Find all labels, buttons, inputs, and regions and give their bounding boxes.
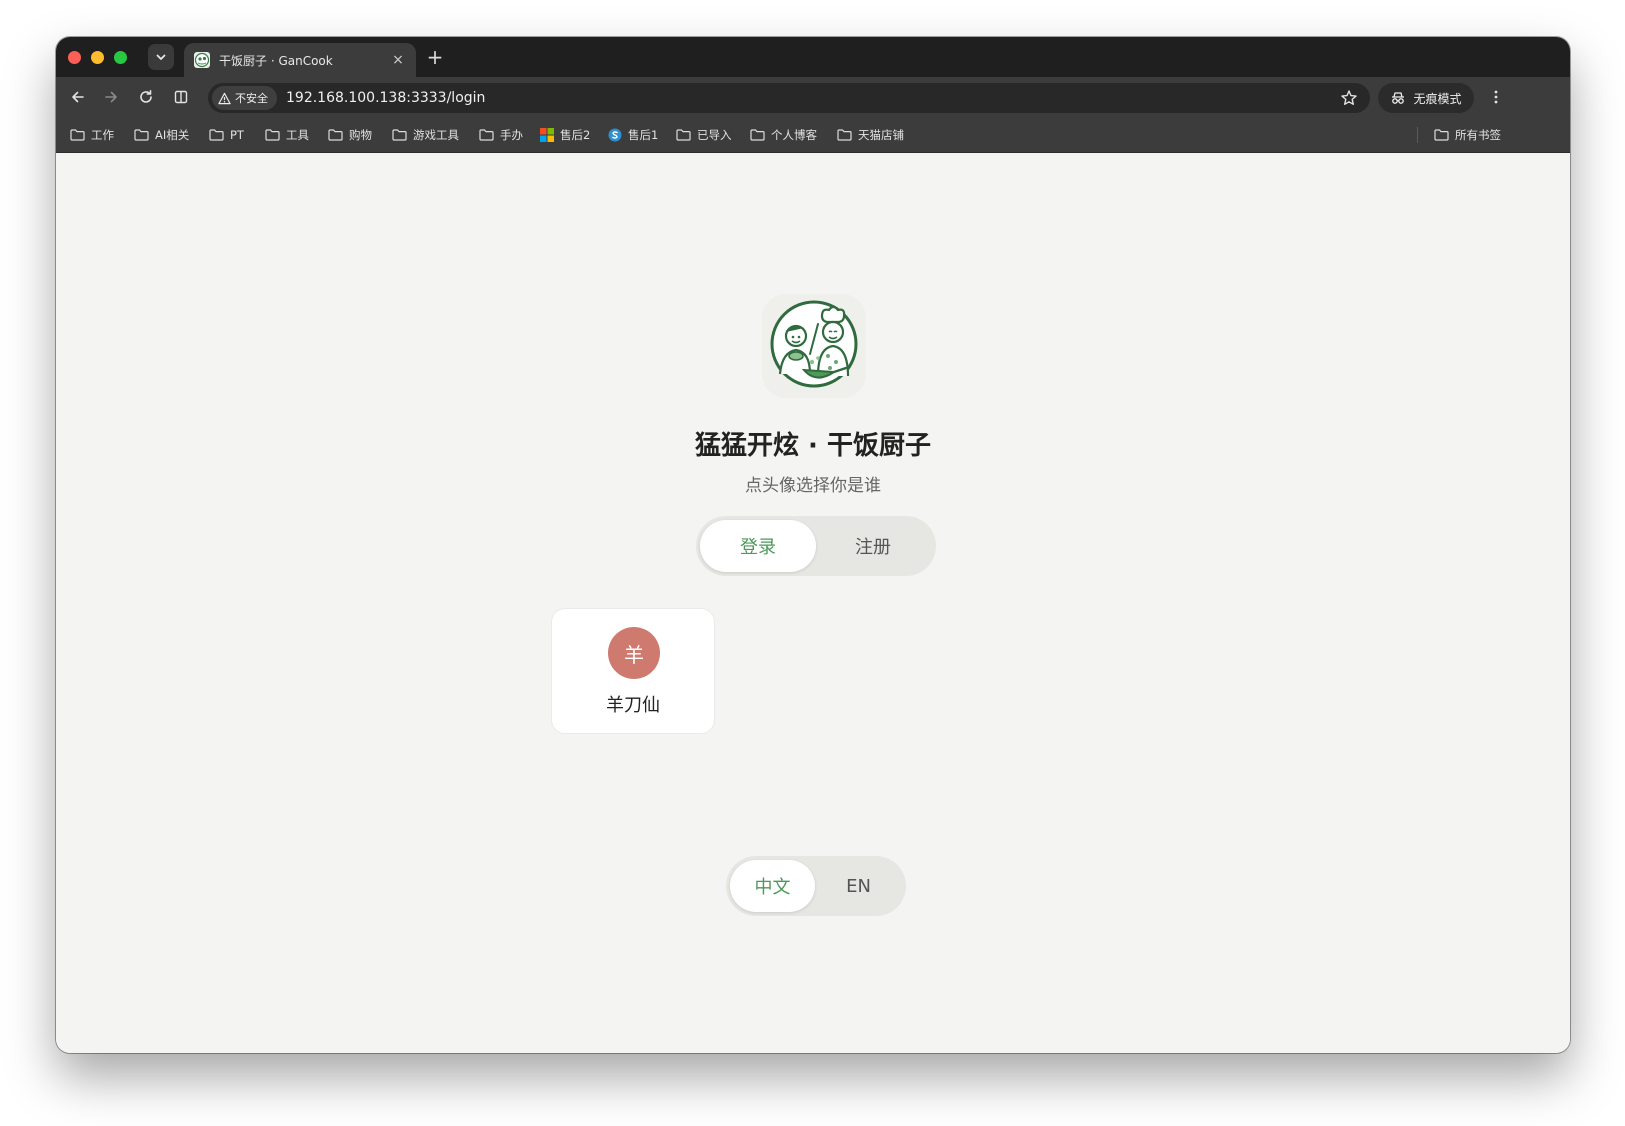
bookmark-item[interactable]: 天猫店铺 bbox=[837, 125, 904, 145]
bookmark-item[interactable]: AI相关 bbox=[134, 125, 189, 145]
forward-button[interactable] bbox=[99, 85, 123, 109]
bookmark-label: 售后2 bbox=[560, 128, 591, 142]
back-button[interactable] bbox=[66, 85, 90, 109]
bookmarks-bar: 工作 AI相关 PT 工具 购物 游戏工具 手办 售后2 售后1 已导入 个人博… bbox=[56, 117, 1570, 153]
reload-icon bbox=[140, 90, 152, 103]
bookmark-label: 购物 bbox=[349, 128, 372, 142]
bookmarks-separator bbox=[1417, 127, 1418, 143]
windows-logo-icon bbox=[540, 128, 554, 142]
bookmark-item[interactable]: 工作 bbox=[70, 125, 114, 145]
bookmark-label: PT bbox=[230, 128, 244, 142]
reload-button[interactable] bbox=[134, 85, 158, 109]
register-tab[interactable]: 注册 bbox=[815, 520, 931, 572]
folder-icon bbox=[676, 129, 691, 141]
folder-icon bbox=[479, 129, 494, 141]
page-title: 猛猛开炫 · 干饭厨子 bbox=[695, 431, 931, 461]
more-vertical-icon bbox=[1494, 90, 1498, 104]
folder-icon bbox=[328, 129, 343, 141]
folder-icon bbox=[209, 129, 224, 141]
url-text[interactable]: 192.168.100.138:3333/login bbox=[286, 90, 485, 106]
bookmark-star-icon[interactable] bbox=[1340, 89, 1358, 107]
tab-search-button[interactable] bbox=[148, 44, 174, 70]
browser-window: 干饭厨子 · GanCook × + 不安全 192.168.100.138:3… bbox=[56, 37, 1570, 1053]
folder-icon bbox=[134, 129, 149, 141]
chef-logo-icon bbox=[770, 300, 858, 388]
bookmark-item[interactable]: 已导入 bbox=[676, 125, 732, 145]
tab-strip: 干饭厨子 · GanCook × + bbox=[56, 37, 1570, 77]
all-bookmarks-label: 所有书签 bbox=[1455, 128, 1501, 142]
bookmark-label: 手办 bbox=[500, 128, 523, 142]
new-tab-button[interactable]: + bbox=[423, 45, 447, 69]
arrow-left-icon bbox=[72, 91, 84, 103]
tab-favicon-icon bbox=[194, 52, 210, 68]
language-switch: 中文 EN bbox=[726, 856, 906, 916]
toolbar: 不安全 192.168.100.138:3333/login 无痕模式 bbox=[56, 77, 1570, 117]
bookmark-item[interactable]: 手办 bbox=[479, 125, 523, 145]
bookmark-label: 工作 bbox=[91, 128, 114, 142]
bookmark-label: 天猫店铺 bbox=[858, 128, 904, 142]
folder-icon bbox=[70, 129, 85, 141]
login-tab[interactable]: 登录 bbox=[700, 520, 816, 572]
address-bar[interactable]: 不安全 192.168.100.138:3333/login bbox=[208, 83, 1370, 113]
close-window-button[interactable] bbox=[68, 51, 81, 64]
folder-icon bbox=[750, 129, 765, 141]
folder-icon bbox=[392, 129, 407, 141]
browser-menu-button[interactable] bbox=[1484, 85, 1508, 109]
folder-icon bbox=[265, 129, 280, 141]
language-option-zh[interactable]: 中文 bbox=[730, 860, 815, 912]
split-view-button[interactable] bbox=[169, 85, 193, 109]
tab-gancook[interactable]: 干饭厨子 · GanCook × bbox=[184, 43, 416, 77]
page-subtitle: 点头像选择你是谁 bbox=[745, 476, 881, 496]
auth-mode-switch: 登录 注册 bbox=[696, 516, 936, 576]
tab-close-icon[interactable]: × bbox=[390, 52, 406, 68]
incognito-indicator[interactable]: 无痕模式 bbox=[1378, 83, 1474, 113]
tab-title: 干饭厨子 · GanCook bbox=[219, 53, 333, 68]
avatar: 羊 bbox=[608, 627, 660, 679]
user-card[interactable]: 羊 羊刀仙 bbox=[551, 608, 715, 734]
bookmark-item[interactable]: 工具 bbox=[265, 125, 309, 145]
incognito-icon bbox=[1392, 92, 1405, 104]
bookmark-label: AI相关 bbox=[155, 128, 190, 142]
bookmark-item[interactable]: 售后1 bbox=[608, 125, 658, 145]
minimize-window-button[interactable] bbox=[91, 51, 104, 64]
site-s-icon bbox=[608, 128, 622, 142]
bookmark-label: 个人博客 bbox=[771, 128, 817, 142]
login-page: 猛猛开炫 · 干饭厨子 点头像选择你是谁 登录 注册 羊 羊刀仙 中文 EN bbox=[56, 153, 1570, 1053]
bookmark-label: 售后1 bbox=[628, 128, 659, 142]
folder-icon bbox=[1434, 129, 1449, 141]
bookmark-item[interactable]: 购物 bbox=[328, 125, 372, 145]
arrow-right-icon bbox=[105, 91, 117, 103]
maximize-window-button[interactable] bbox=[114, 51, 127, 64]
bookmark-item[interactable]: PT bbox=[209, 125, 244, 145]
bookmark-item[interactable]: 售后2 bbox=[540, 125, 590, 145]
bookmark-item[interactable]: 个人博客 bbox=[750, 125, 817, 145]
language-option-en[interactable]: EN bbox=[816, 860, 901, 912]
bookmark-label: 工具 bbox=[286, 128, 309, 142]
bookmark-label: 游戏工具 bbox=[413, 128, 459, 142]
security-label: 不安全 bbox=[235, 92, 268, 105]
incognito-label: 无痕模式 bbox=[1413, 91, 1462, 106]
split-view-icon bbox=[174, 90, 188, 104]
bookmark-item[interactable]: 游戏工具 bbox=[392, 125, 459, 145]
chevron-down-icon bbox=[156, 54, 166, 60]
app-logo bbox=[762, 294, 866, 398]
security-indicator[interactable]: 不安全 bbox=[212, 86, 277, 110]
folder-icon bbox=[837, 129, 852, 141]
all-bookmarks-button[interactable]: 所有书签 bbox=[1434, 125, 1501, 145]
user-name: 羊刀仙 bbox=[606, 695, 660, 716]
bookmark-label: 已导入 bbox=[697, 128, 732, 142]
warning-triangle-icon bbox=[218, 92, 231, 104]
